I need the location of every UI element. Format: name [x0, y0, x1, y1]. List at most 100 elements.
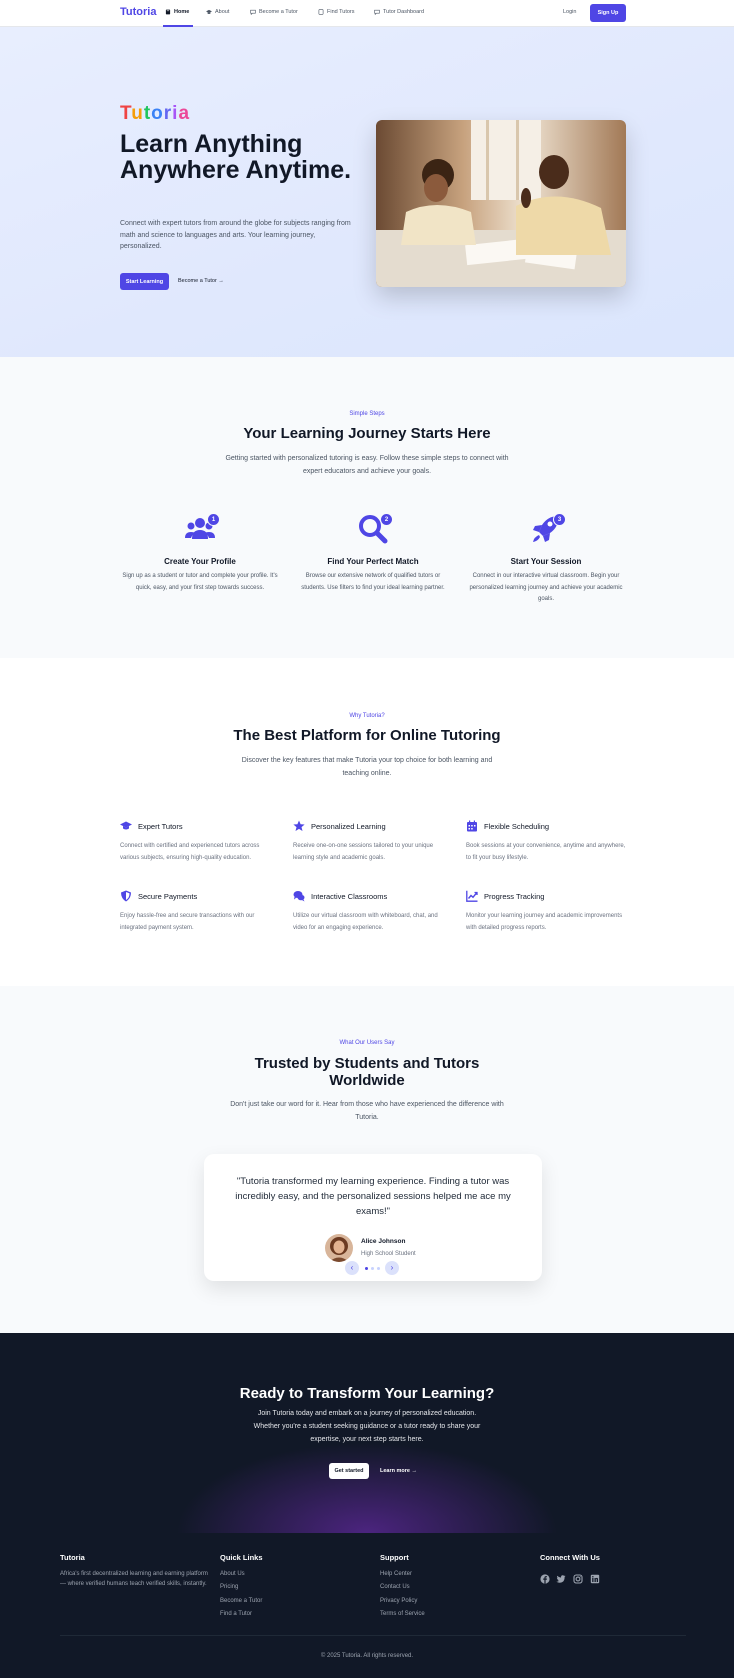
feature-title: Expert Tutors — [138, 821, 183, 831]
testimonials-eyebrow: What Our Users Say — [339, 1040, 395, 1046]
chat-bubbles-icon — [293, 891, 305, 902]
footer-link[interactable]: Pricing — [220, 1584, 238, 1590]
carousel-dot[interactable] — [365, 1267, 368, 1270]
testimonials-subtitle: Don't just take our word for it. Hear fr… — [230, 1101, 504, 1121]
testimonial-role: High School Student — [361, 1251, 416, 1257]
cta-section: Ready to Transform Your Learning? Join T… — [0, 1333, 734, 1533]
testimonial-quote: "Tutoria transformed my learning experie… — [235, 1176, 511, 1217]
get-started-button[interactable]: Get started — [329, 1463, 369, 1479]
footer-description: Africa's first decentralized learning an… — [60, 1571, 208, 1587]
nav-item-home[interactable]: Home — [165, 9, 189, 15]
feature-description: Utilize our virtual classroom with white… — [293, 913, 438, 931]
feature-card: Interactive Classrooms Utilize our virtu… — [293, 890, 453, 934]
instagram-icon[interactable] — [573, 1571, 583, 1584]
step-number-badge: 2 — [380, 513, 393, 526]
feature-description: Connect with certified and experienced t… — [120, 843, 260, 861]
footer-divider — [60, 1635, 686, 1636]
nav-item-tutor-dashboard[interactable]: Tutor Dashboard — [374, 9, 424, 15]
step-title: Start Your Session — [510, 557, 582, 566]
step-number-badge: 3 — [553, 513, 566, 526]
shield-icon — [121, 890, 131, 902]
nav-item-label: Home — [174, 9, 190, 15]
footer-brand: Tutoria — [60, 1553, 85, 1562]
nav-item-about[interactable]: About — [206, 9, 229, 15]
nav-item-label: Find Tutors — [327, 9, 355, 15]
nav-item-find-tutors[interactable]: Find Tutors — [318, 9, 355, 15]
cta-title: Ready to Transform Your Learning? — [239, 1385, 495, 1402]
step-card: 3 Start Your Session Connect in our inte… — [466, 513, 626, 606]
feature-title: Flexible Scheduling — [484, 821, 550, 831]
testimonials-title-line2: Worldwide — [329, 1072, 405, 1089]
feature-title: Personalized Learning — [311, 821, 386, 831]
avatar — [325, 1234, 353, 1262]
feature-card: Secure Payments Enjoy hassle-free and se… — [120, 890, 280, 934]
twitter-icon[interactable] — [556, 1571, 566, 1583]
features-subtitle: Discover the key features that make Tuto… — [241, 757, 493, 777]
carousel-dot[interactable] — [371, 1267, 374, 1270]
become-tutor-link[interactable]: Become a Tutor → — [178, 278, 224, 284]
feature-title: Secure Payments — [138, 891, 198, 901]
feature-card: Progress Tracking Monitor your learning … — [466, 890, 626, 934]
brand-logo[interactable]: Tutoria — [120, 6, 156, 18]
top-navbar: Tutoria Home About Become a Tutor Find T… — [0, 0, 734, 27]
step-title: Find Your Perfect Match — [327, 557, 419, 566]
copyright-text: © 2025 Tutoria. All rights reserved. — [320, 1653, 414, 1659]
step-description: Connect in our interactive virtual class… — [469, 573, 623, 602]
step-description: Sign up as a student or tutor and comple… — [122, 573, 278, 591]
carousel-next-button[interactable]: › — [385, 1261, 399, 1275]
steps-eyebrow: Simple Steps — [349, 411, 385, 417]
steps-subtitle: Getting started with personalized tutori… — [225, 455, 509, 475]
steps-section: Simple Steps Your Learning Journey Start… — [0, 357, 734, 658]
step-title: Create Your Profile — [164, 557, 236, 566]
signup-button[interactable]: Sign Up — [590, 4, 626, 22]
testimonials-section: What Our Users Say Trusted by Students a… — [0, 986, 734, 1333]
linkedin-icon[interactable] — [590, 1571, 600, 1584]
footer-link[interactable]: Terms of Service — [380, 1611, 425, 1617]
star-icon — [293, 820, 305, 831]
footer-link[interactable]: Find a Tutor — [220, 1611, 252, 1617]
feature-description: Monitor your learning journey and academ… — [466, 913, 623, 931]
testimonial-author: Alice Johnson — [361, 1238, 406, 1245]
feature-card: Flexible Scheduling Book sessions at you… — [466, 820, 626, 864]
testimonials-title-line1: Trusted by Students and Tutors — [254, 1055, 480, 1072]
footer-connect-title: Connect With Us — [540, 1553, 600, 1562]
facebook-icon[interactable] — [540, 1571, 550, 1584]
cta-subtitle: Join Tutoria today and embark on a journ… — [253, 1410, 481, 1443]
start-learning-button[interactable]: Start Learning — [120, 273, 169, 290]
login-link[interactable]: Login — [563, 9, 576, 15]
feature-card: Personalized Learning Receive one-on-one… — [293, 820, 453, 864]
hero-brand-wordmark: Tutoria — [120, 103, 191, 124]
features-eyebrow: Why Tutoria? — [349, 713, 385, 719]
nav-item-label: Tutor Dashboard — [383, 9, 425, 15]
graduation-cap-icon — [206, 9, 212, 14]
book-icon — [165, 9, 171, 15]
hero-title: Learn Anything Anywhere Anytime. — [120, 130, 352, 184]
footer-support-title: Support — [380, 1553, 409, 1562]
feature-description: Enjoy hassle-free and secure transaction… — [120, 913, 255, 931]
hero-subtitle: Connect with expert tutors from around t… — [120, 220, 351, 250]
carousel-prev-button[interactable]: ‹ — [345, 1261, 359, 1275]
step-description: Browse our extensive network of qualifie… — [301, 573, 445, 591]
footer: Tutoria Africa's first decentralized lea… — [0, 1533, 734, 1678]
feature-description: Receive one-on-one sessions tailored to … — [293, 843, 434, 861]
feature-description: Book sessions at your convenience, anyti… — [466, 843, 626, 861]
footer-link[interactable]: About Us — [220, 1571, 245, 1577]
step-number-badge: 1 — [207, 513, 220, 526]
carousel-dot[interactable] — [377, 1267, 380, 1270]
footer-quick-links-title: Quick Links — [220, 1553, 263, 1562]
book-icon — [318, 9, 324, 15]
nav-item-become-tutor[interactable]: Become a Tutor — [250, 9, 298, 15]
nav-item-label: Become a Tutor — [259, 9, 298, 15]
feature-title: Progress Tracking — [484, 891, 545, 901]
step-card: 1 Create Your Profile Sign up as a stude… — [120, 513, 280, 594]
footer-link[interactable]: Become a Tutor — [220, 1598, 262, 1604]
nav-item-label: About — [215, 9, 230, 15]
footer-link[interactable]: Privacy Policy — [380, 1598, 417, 1604]
learn-more-link[interactable]: Learn more → — [380, 1468, 417, 1474]
footer-link[interactable]: Help Center — [380, 1571, 412, 1577]
feature-title: Interactive Classrooms — [311, 891, 388, 901]
chart-line-icon — [466, 890, 478, 902]
step-card: 2 Find Your Perfect Match Browse our ext… — [293, 513, 453, 594]
footer-link[interactable]: Contact Us — [380, 1584, 410, 1590]
hero-image — [376, 120, 626, 287]
